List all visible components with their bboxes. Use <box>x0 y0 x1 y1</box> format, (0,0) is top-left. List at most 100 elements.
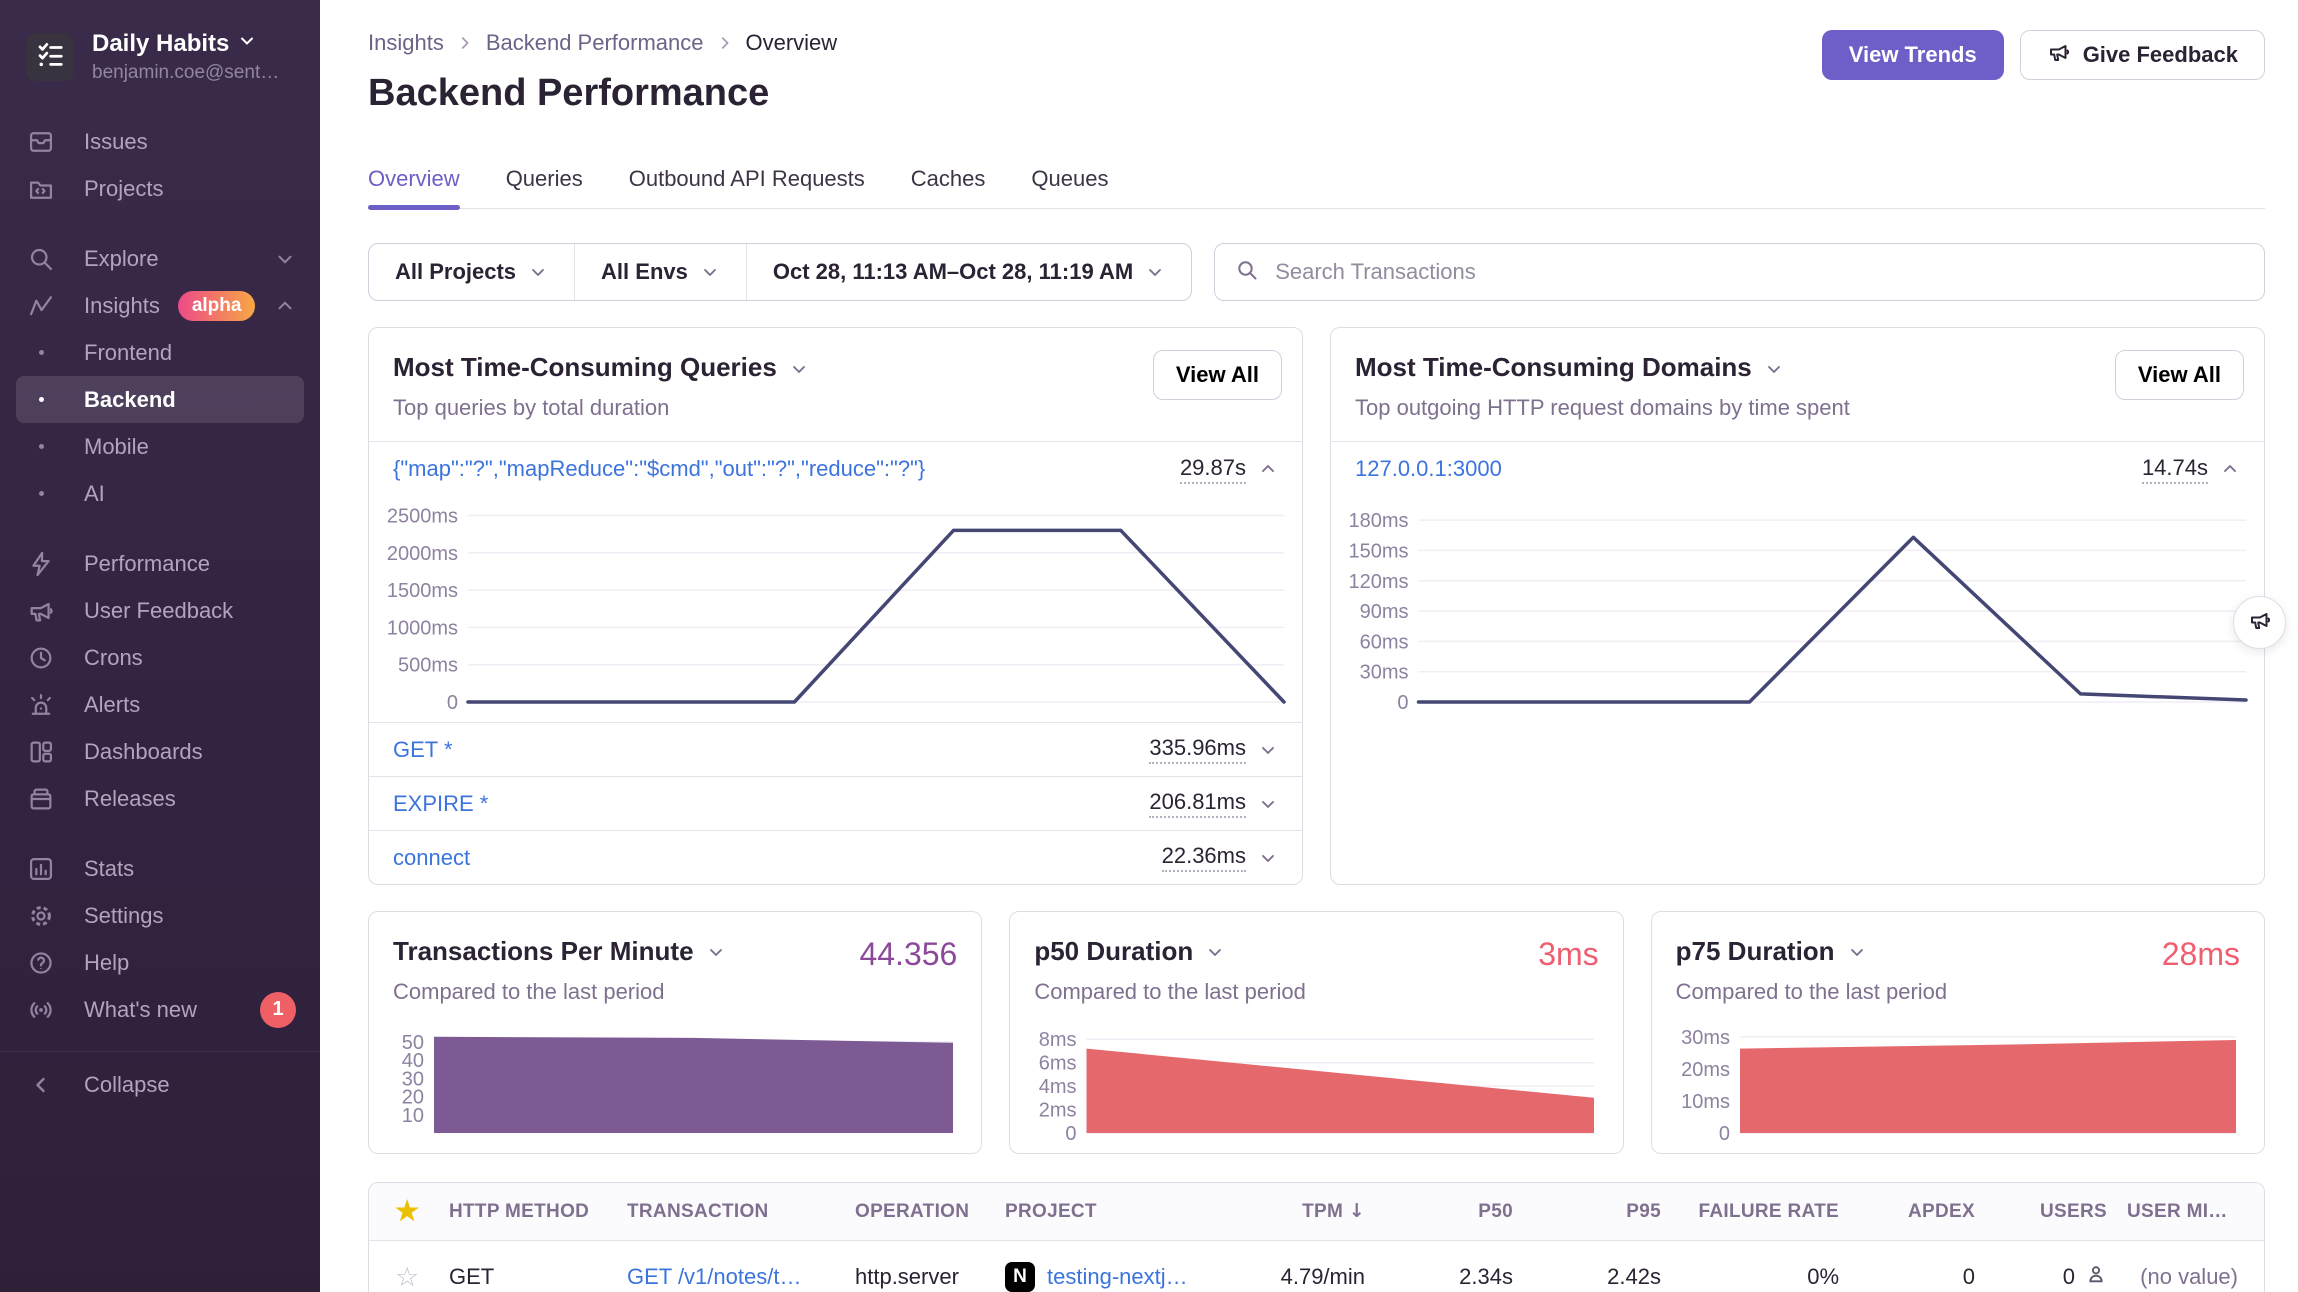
sidebar-item-releases[interactable]: Releases <box>0 775 320 822</box>
query-link[interactable]: EXPIRE * <box>393 791 488 817</box>
svg-text:180ms: 180ms <box>1348 511 1408 533</box>
sidebar-item-user-feedback[interactable]: User Feedback <box>0 587 320 634</box>
tab-caches[interactable]: Caches <box>911 166 986 208</box>
search-icon <box>26 245 56 273</box>
column-header-project[interactable]: PROJECT <box>995 1201 1237 1223</box>
view-all-domains-button[interactable]: View All <box>2115 350 2244 400</box>
sidebar-item-settings[interactable]: Settings <box>0 892 320 939</box>
sidebar-item-frontend[interactable]: Frontend <box>0 329 320 376</box>
breadcrumb-insights[interactable]: Insights <box>368 30 444 56</box>
chevron-down-icon[interactable] <box>1258 740 1278 760</box>
column-header-transaction[interactable]: TRANSACTION <box>617 1201 845 1223</box>
users-cell: 0 <box>1985 1263 2117 1291</box>
sidebar-item-crons[interactable]: Crons <box>0 634 320 681</box>
project-link[interactable]: testing-nextj… <box>1047 1264 1188 1290</box>
query-total-time[interactable]: 22.36ms <box>1162 843 1246 872</box>
floating-feedback-button[interactable] <box>2233 596 2286 649</box>
domain-link[interactable]: 127.0.0.1:3000 <box>1355 456 1502 482</box>
megaphone-icon <box>26 597 56 625</box>
query-link[interactable]: connect <box>393 845 470 871</box>
search-transactions-input[interactable] <box>1273 258 2244 286</box>
alpha-badge: alpha <box>178 291 256 321</box>
sidebar-item-explore[interactable]: Explore <box>0 235 320 282</box>
chevron-up-icon[interactable] <box>2220 459 2240 479</box>
environment-filter[interactable]: All Envs <box>574 244 746 300</box>
svg-text:10ms: 10ms <box>1681 1091 1730 1113</box>
sidebar-item-label: Explore <box>84 246 159 272</box>
sidebar-item-mobile[interactable]: Mobile <box>0 423 320 470</box>
domains-duration-chart[interactable]: 030ms60ms90ms120ms150ms180ms <box>1343 500 2250 712</box>
chevron-down-icon[interactable] <box>1764 359 1784 379</box>
column-header-tpm[interactable]: TPM ↓ <box>1237 1200 1375 1223</box>
project-filter[interactable]: All Projects <box>369 244 574 300</box>
bullet-icon <box>39 444 44 449</box>
metric-value: 28ms <box>2162 936 2240 973</box>
user-icon <box>2085 1263 2107 1291</box>
svg-text:6ms: 6ms <box>1039 1053 1077 1075</box>
sidebar-item-insights[interactable]: Insights alpha <box>0 282 320 329</box>
query-total-time[interactable]: 335.96ms <box>1149 735 1246 764</box>
view-trends-button[interactable]: View Trends <box>1822 30 2004 80</box>
sidebar-item-issues[interactable]: Issues <box>0 118 320 165</box>
column-header-p50[interactable]: P50 <box>1375 1201 1523 1223</box>
broadcast-icon <box>26 996 56 1024</box>
sidebar-item-alerts[interactable]: Alerts <box>0 681 320 728</box>
svg-text:0: 0 <box>1066 1123 1077 1143</box>
column-header-apdex[interactable]: APDEX <box>1849 1201 1985 1223</box>
sidebar-item-whats-new[interactable]: What's new 1 <box>0 986 320 1033</box>
sidebar-item-label: AI <box>84 481 105 507</box>
tab-queues[interactable]: Queues <box>1031 166 1108 208</box>
sidebar-item-backend[interactable]: Backend <box>16 376 304 423</box>
query-total-time[interactable]: 29.87s <box>1180 455 1246 484</box>
megaphone-icon <box>2248 608 2272 637</box>
chevron-down-icon[interactable] <box>789 359 809 379</box>
query-link[interactable]: GET * <box>393 737 453 763</box>
card-title: Most Time-Consuming Queries <box>393 352 777 383</box>
sidebar-collapse-button[interactable]: Collapse <box>0 1051 320 1109</box>
chevron-down-icon[interactable] <box>1258 794 1278 814</box>
column-header-operation[interactable]: OPERATION <box>845 1201 995 1223</box>
query-total-time[interactable]: 206.81ms <box>1149 789 1246 818</box>
domain-total-time[interactable]: 14.74s <box>2142 455 2208 484</box>
svg-text:1500ms: 1500ms <box>387 581 458 603</box>
column-header-users[interactable]: USERS <box>1985 1201 2117 1223</box>
column-header-failure-rate[interactable]: FAILURE RATE <box>1671 1201 1849 1223</box>
sidebar-item-projects[interactable]: Projects <box>0 165 320 212</box>
star-icon[interactable]: ★ <box>369 1196 439 1227</box>
sidebar-item-ai[interactable]: AI <box>0 470 320 517</box>
tpm-chart[interactable]: 1020304050 <box>393 1023 957 1143</box>
card-subtitle: Top outgoing HTTP request domains by tim… <box>1355 395 2240 421</box>
breadcrumb-backend-performance[interactable]: Backend Performance <box>486 30 704 56</box>
card-subtitle: Top queries by total duration <box>393 395 1278 421</box>
tpm-cell: 4.79/min <box>1237 1264 1375 1290</box>
sidebar-item-help[interactable]: Help <box>0 939 320 986</box>
tab-overview[interactable]: Overview <box>368 166 460 208</box>
sidebar-nav: Issues Projects Explore <box>0 118 320 1109</box>
issues-icon <box>26 128 56 156</box>
org-switcher[interactable]: Daily Habits benjamin.coe@sent… <box>0 30 320 84</box>
tab-outbound-api-requests[interactable]: Outbound API Requests <box>629 166 865 208</box>
date-range-filter[interactable]: Oct 28, 11:13 AM–Oct 28, 11:19 AM <box>746 244 1191 300</box>
sidebar-item-dashboards[interactable]: Dashboards <box>0 728 320 775</box>
queries-duration-chart[interactable]: 0500ms1000ms1500ms2000ms2500ms <box>381 500 1288 712</box>
column-header-user-misery[interactable]: USER MISERY <box>2117 1201 2264 1223</box>
star-outline-icon[interactable]: ☆ <box>369 1262 439 1292</box>
chevron-down-icon[interactable] <box>1205 942 1225 962</box>
p50-chart[interactable]: 02ms4ms6ms8ms <box>1034 1023 1598 1143</box>
bullet-icon <box>39 350 44 355</box>
view-all-queries-button[interactable]: View All <box>1153 350 1282 400</box>
sidebar-item-stats[interactable]: Stats <box>0 845 320 892</box>
query-link[interactable]: {"map":"?","mapReduce":"$cmd","out":"?",… <box>393 456 925 482</box>
transaction-link[interactable]: GET /v1/notes/t… <box>617 1264 845 1290</box>
chevron-down-icon <box>528 262 548 282</box>
chevron-down-icon[interactable] <box>1258 848 1278 868</box>
chevron-down-icon[interactable] <box>706 942 726 962</box>
column-header-p95[interactable]: P95 <box>1523 1201 1671 1223</box>
tab-queries[interactable]: Queries <box>506 166 583 208</box>
sidebar-item-performance[interactable]: Performance <box>0 540 320 587</box>
give-feedback-button[interactable]: Give Feedback <box>2020 30 2265 80</box>
p75-chart[interactable]: 010ms20ms30ms <box>1676 1023 2240 1143</box>
chevron-up-icon[interactable] <box>1258 459 1278 479</box>
column-header-http-method[interactable]: HTTP METHOD <box>439 1201 617 1223</box>
chevron-down-icon[interactable] <box>1847 942 1867 962</box>
